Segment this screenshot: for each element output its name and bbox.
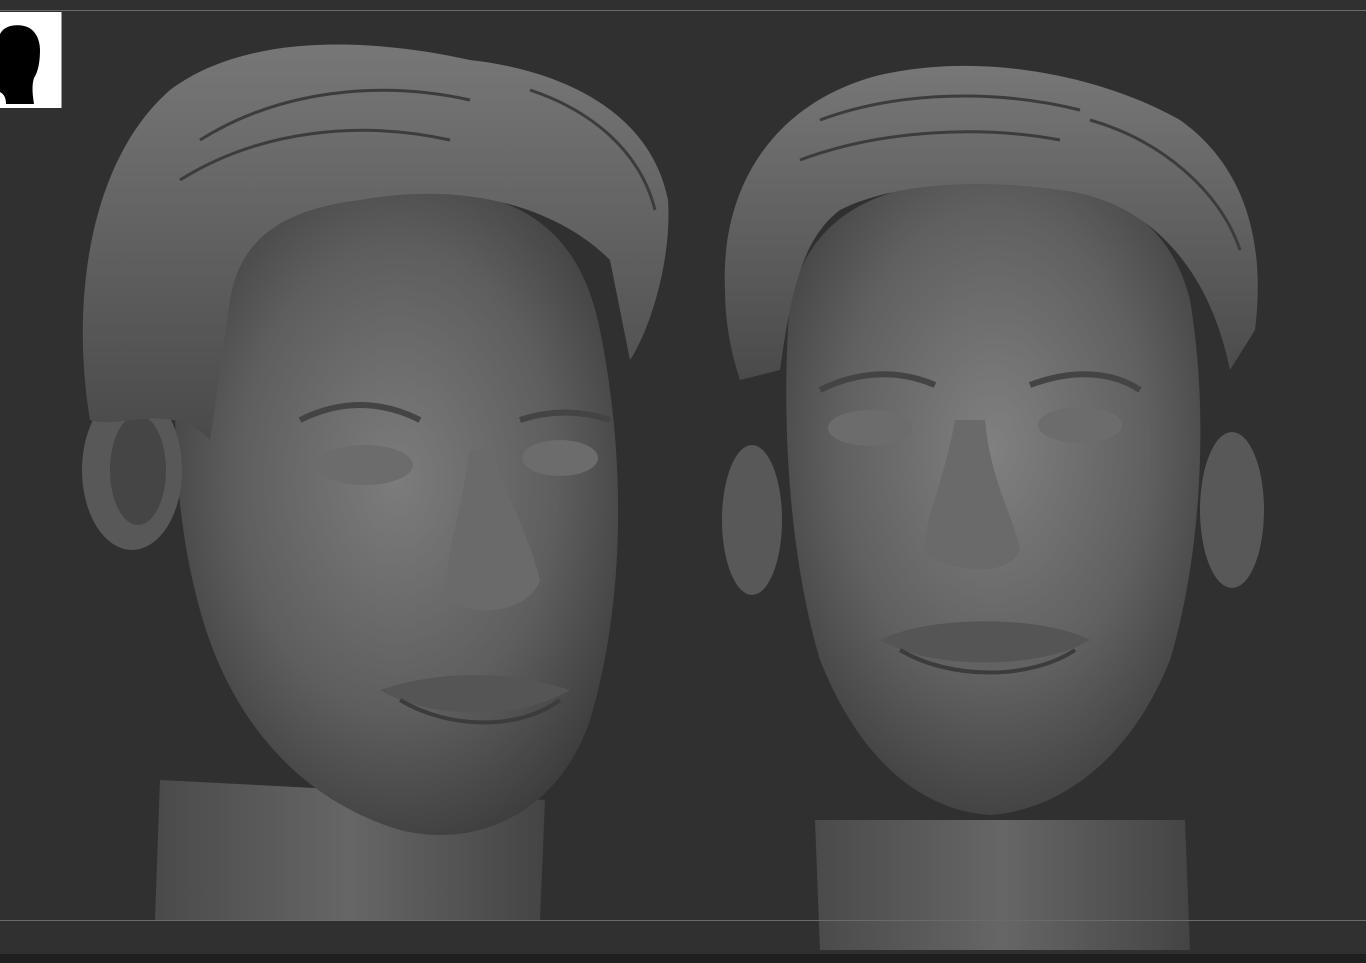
frame-guide-bottom xyxy=(0,920,1366,921)
front-head xyxy=(722,65,1264,950)
canvas-viewport[interactable] xyxy=(0,0,1366,963)
sculpt-render[interactable] xyxy=(0,0,1366,963)
bottom-shelf xyxy=(0,954,1366,963)
three-quarter-head xyxy=(82,44,669,920)
